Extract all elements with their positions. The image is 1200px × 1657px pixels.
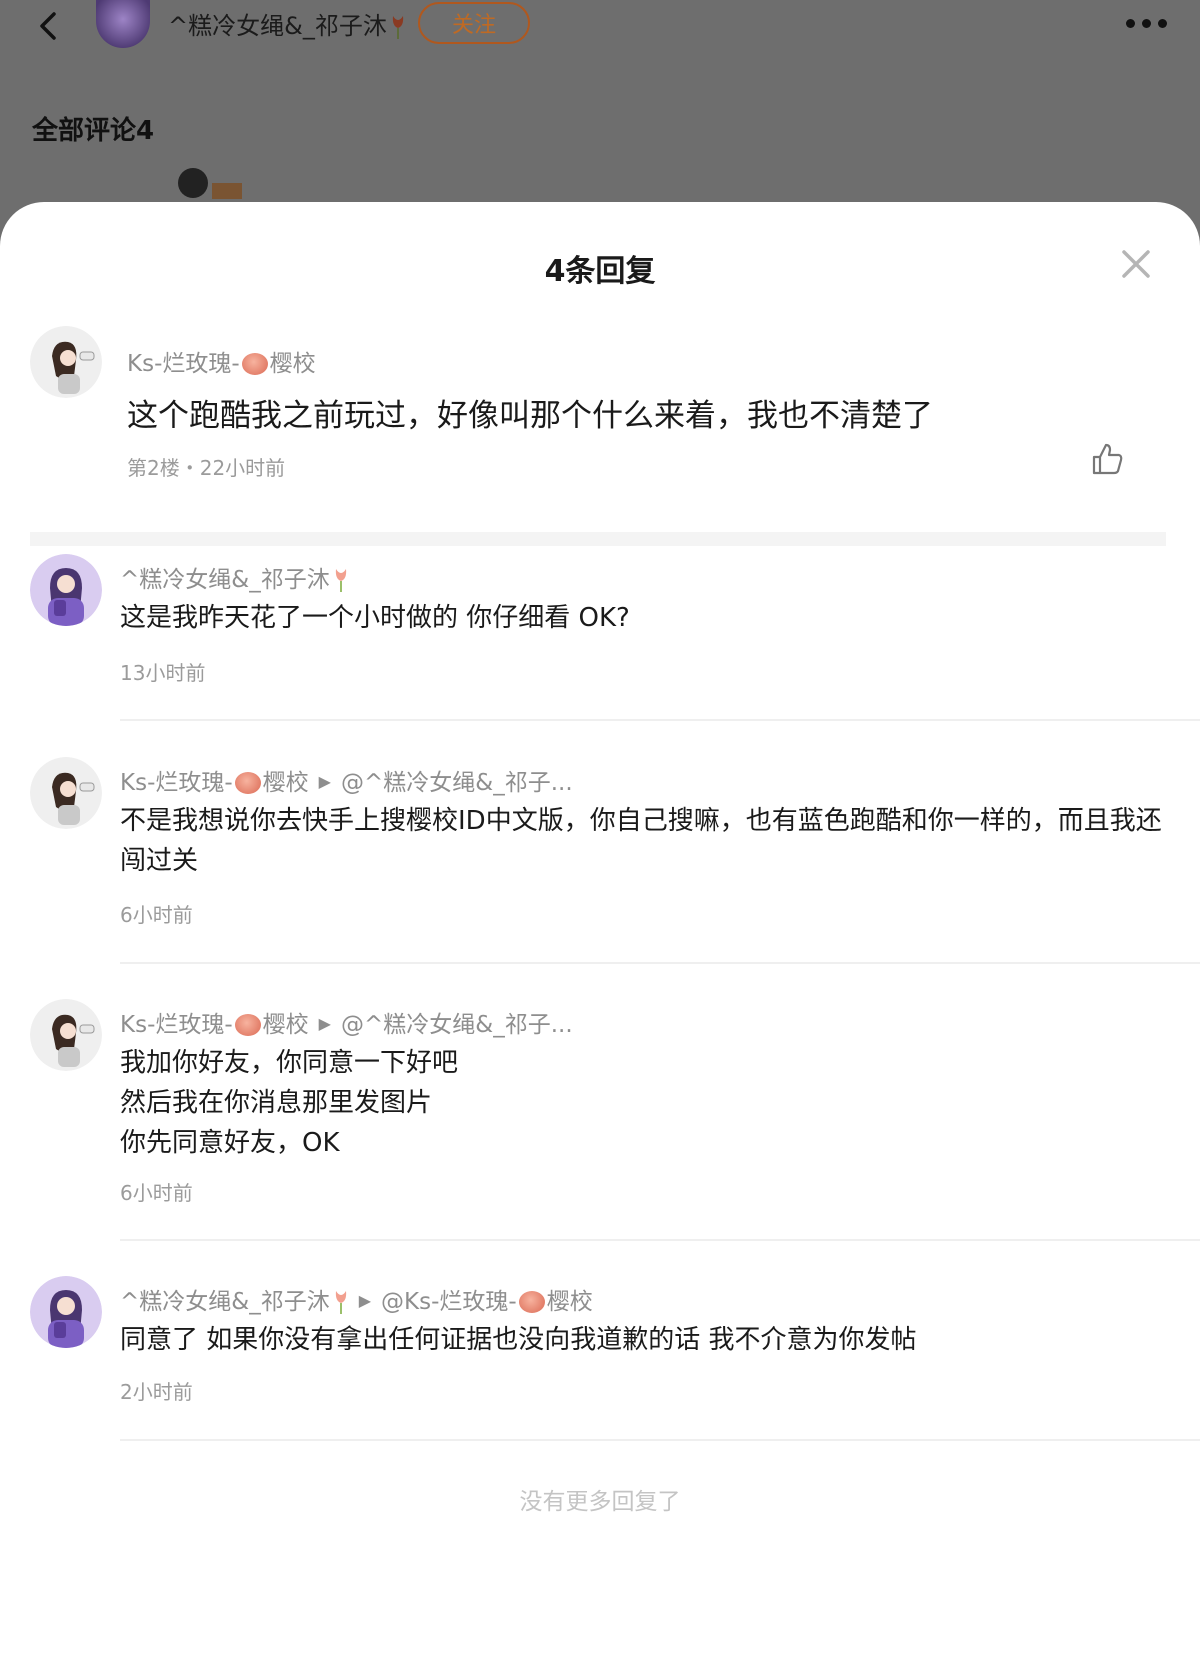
username-text: Ks-烂玫瑰- <box>127 351 240 377</box>
reply-text: 我加你好友，你同意一下好吧 然后我在你消息那里发图片 你先同意好友，OK <box>120 1043 1180 1163</box>
username-text: Ks-烂玫瑰- <box>120 1012 233 1038</box>
reply-text: 不是我想说你去快手上搜樱校ID中文版，你自己搜嘛，也有蓝色跑酷和你一样的，而且我… <box>120 806 1162 876</box>
reply-arrow-icon: ▶ <box>318 1014 331 1033</box>
rose-icon <box>518 1291 545 1313</box>
avatar[interactable] <box>30 999 102 1071</box>
comment-username[interactable]: Ks-烂玫瑰- 樱校 <box>127 344 316 378</box>
reply-text-line: 我加你好友，你同意一下好吧 <box>120 1048 459 1078</box>
reply-item: ^糕冷女绳&_祁子沐 ▶ @Ks-烂玫瑰- 樱校 同意了 如果你没有拿出任何证据也没向… <box>0 1276 1200 1446</box>
more-dots-icon <box>1126 18 1135 28</box>
meta-separator: ・ <box>179 456 200 480</box>
close-icon <box>1122 250 1150 278</box>
avatar[interactable] <box>30 554 102 626</box>
reply-divider <box>120 719 1200 721</box>
top-bar: ^糕冷女绳&_祁子沐 关注 <box>0 0 1200 50</box>
reply-arrow-icon: ▶ <box>318 772 331 791</box>
reply-item: ^糕冷女绳&_祁子沐 这是我昨天花了一个小时做的 你仔细看 OK? 13小时前 <box>0 554 1200 724</box>
reply-item: Ks-烂玫瑰- 樱校 ▶ @^糕冷女绳&_祁子... 不是我想说你去快手上搜樱校ID中… <box>0 757 1200 967</box>
tulip-icon <box>390 14 406 40</box>
underlying-comment-peek <box>178 168 244 199</box>
peek-avatar <box>178 168 208 198</box>
rose-icon <box>241 353 268 375</box>
back-button[interactable] <box>30 6 70 46</box>
username-suffix: 樱校 <box>262 770 309 796</box>
reply-to-target[interactable]: @Ks-烂玫瑰- 樱校 <box>381 1289 593 1315</box>
reply-username[interactable]: ^糕冷女绳&_祁子沐 ▶ @Ks-烂玫瑰- 樱校 <box>120 1282 593 1316</box>
reply-text-line: 然后我在你消息那里发图片 <box>120 1088 433 1118</box>
reply-time: 13小时前 <box>120 661 206 685</box>
comment-text: 这个跑酷我之前玩过，好像叫那个什么来着，我也不清楚了 <box>127 398 933 434</box>
reply-to-target[interactable]: @^糕冷女绳&_祁子... <box>341 770 573 796</box>
reply-to-target[interactable]: @^糕冷女绳&_祁子... <box>341 1012 573 1038</box>
rose-icon <box>234 772 261 794</box>
page-backdrop: ^糕冷女绳&_祁子沐 关注 全部评论4 <box>0 0 1200 205</box>
reply-time: 6小时前 <box>120 903 193 927</box>
reply-item: Ks-烂玫瑰- 樱校 ▶ @^糕冷女绳&_祁子... 我加你好友，你同意一下好吧 然后… <box>0 999 1200 1249</box>
reply-time: 6小时前 <box>120 1181 193 1205</box>
reply-text: 同意了 如果你没有拿出任何证据也没向我道歉的话 我不介意为你发帖 <box>120 1325 917 1355</box>
reply-username[interactable]: Ks-烂玫瑰- 樱校 ▶ @^糕冷女绳&_祁子... <box>120 1005 573 1039</box>
replies-sheet: 4条回复 Ks-烂玫瑰- 樱校 这个跑酷我之前玩过，好像叫那个什么来着，我也不清楚… <box>0 202 1200 1657</box>
username-text: Ks-烂玫瑰- <box>120 770 233 796</box>
tulip-icon <box>333 567 349 593</box>
peek-badge <box>212 183 242 199</box>
avatar[interactable] <box>30 757 102 829</box>
no-more-replies: 没有更多回复了 <box>519 1489 681 1515</box>
username-suffix: 樱校 <box>269 351 316 377</box>
reply-username[interactable]: Ks-烂玫瑰- 樱校 ▶ @^糕冷女绳&_祁子... <box>120 763 573 797</box>
all-comments-heading: 全部评论4 <box>32 116 155 146</box>
more-options-button[interactable] <box>1126 10 1174 36</box>
like-button[interactable] <box>1090 442 1124 476</box>
tulip-icon <box>333 1289 349 1315</box>
avatar[interactable] <box>30 1276 102 1348</box>
thumbs-up-icon <box>1092 443 1123 475</box>
author-username-text: ^糕冷女绳&_祁子沐 <box>168 12 387 40</box>
reply-username[interactable]: ^糕冷女绳&_祁子沐 <box>120 560 349 594</box>
close-button[interactable] <box>1114 242 1158 286</box>
reply-arrow-icon: ▶ <box>358 1291 372 1310</box>
reply-text-line: 你先同意好友，OK <box>120 1128 340 1158</box>
more-dot <box>1142 18 1151 28</box>
reply-divider <box>120 1239 1200 1241</box>
avatar[interactable] <box>30 326 102 398</box>
reply-divider <box>120 962 1200 964</box>
section-divider <box>30 532 1166 546</box>
floor-number: 第2楼 <box>127 456 180 480</box>
username-text: ^糕冷女绳&_祁子沐 <box>120 1289 330 1315</box>
comment-meta: 第2楼・22小时前 <box>127 452 285 481</box>
reply-text: 这是我昨天花了一个小时做的 你仔细看 OK? <box>120 603 630 633</box>
username-text: ^糕冷女绳&_祁子沐 <box>120 567 330 593</box>
reply-to-prefix: @Ks-烂玫瑰- <box>381 1289 517 1315</box>
username-suffix: 樱校 <box>262 1012 309 1038</box>
author-avatar[interactable] <box>96 0 150 48</box>
chevron-left-icon <box>40 12 56 40</box>
comment-time: 22小时前 <box>199 456 286 480</box>
reply-to-suffix: 樱校 <box>546 1289 593 1315</box>
sheet-title: 4条回复 <box>544 254 656 289</box>
parent-comment: Ks-烂玫瑰- 樱校 这个跑酷我之前玩过，好像叫那个什么来着，我也不清楚了 第2楼… <box>0 322 1200 502</box>
more-dot <box>1158 18 1167 28</box>
reply-time: 2小时前 <box>120 1380 193 1404</box>
author-username[interactable]: ^糕冷女绳&_祁子沐 <box>168 6 406 41</box>
rose-icon <box>234 1014 261 1036</box>
follow-button[interactable]: 关注 <box>418 2 530 44</box>
reply-divider <box>120 1439 1200 1441</box>
